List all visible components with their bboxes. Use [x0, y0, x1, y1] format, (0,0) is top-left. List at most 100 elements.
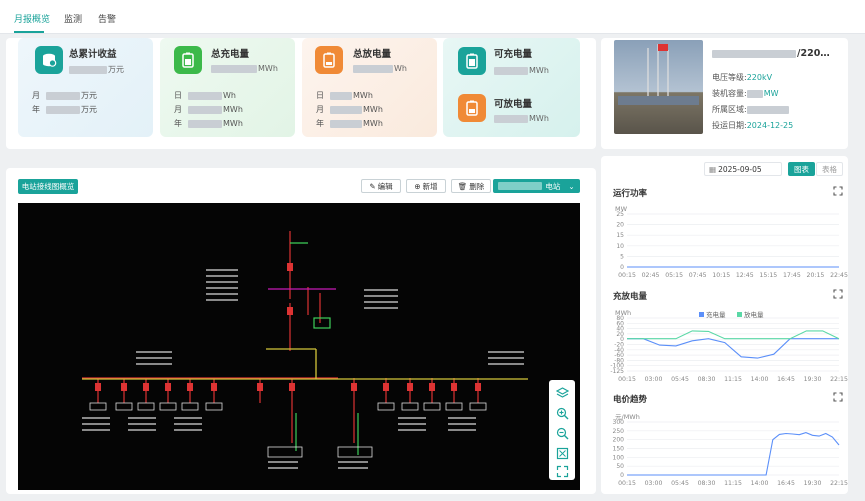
x-tick-label: 12:45 [736, 272, 754, 279]
station-date: 投运日期:2024-12-25 [712, 121, 794, 130]
tab-alarm[interactable]: 告警 [98, 12, 116, 25]
power-chart: MW252015105000:15 02:45 05:15 07:45 10:15 12:… [615, 205, 848, 279]
x-tick-label: 03:00 [645, 376, 663, 383]
overview-button[interactable]: 电站接线图概览 [18, 179, 78, 194]
energy-chart: MWh806040200-20-40-60-80-100-12500:15 03:… [610, 309, 848, 383]
x-tick-label: 17:45 [783, 272, 801, 279]
x-tick-label: 19:30 [804, 480, 822, 487]
chevron-down-icon: ⌄ [568, 181, 575, 191]
station-voltage: 电压等级:220kV [712, 73, 773, 82]
plus-icon: ⊕ [414, 181, 421, 191]
station-capacity: 装机容量: MW [712, 89, 779, 98]
tab-monitor[interactable]: 监测 [64, 12, 82, 25]
revenue-card: 总累计收益 万元 月万元 年万元 [18, 38, 153, 137]
battery-icon [315, 46, 343, 74]
x-tick-label: 15:15 [759, 272, 777, 279]
diagram-toolbar [549, 380, 575, 480]
station-region: 所属区域: [712, 104, 790, 115]
x-tick-label: 14:00 [751, 480, 769, 487]
add-button[interactable]: ⊕ 新增 [406, 179, 446, 193]
battery-icon [458, 47, 486, 75]
series-line-1 [627, 330, 840, 340]
view-table-button[interactable]: 表格 [816, 162, 843, 176]
expand-icon[interactable] [833, 186, 843, 196]
wiring-diagram[interactable] [18, 203, 580, 490]
legend-swatch [699, 312, 704, 317]
chart-title-energy: 充放电量 [613, 292, 648, 302]
dischargeable-title: 可放电量 [494, 99, 533, 110]
battery-icon [174, 46, 202, 74]
chart-title-power: 运行功率 [613, 189, 648, 199]
y-tick-label: 5 [620, 253, 624, 260]
discharge-title: 总放电量 [353, 49, 392, 60]
x-tick-label: 08:30 [698, 480, 716, 487]
x-tick-label: 00:15 [618, 480, 636, 487]
y-tick-label: 50 [616, 463, 624, 470]
capacity-card: 可充电量 MWh 可放电量 MWh [443, 38, 580, 137]
discharge-day: 日 MWh [316, 91, 373, 100]
legend-label: 放电量 [744, 310, 764, 319]
tab-overview[interactable]: 月报概览 [14, 12, 50, 25]
x-tick-label: 20:15 [807, 272, 825, 279]
expand-icon[interactable] [833, 392, 843, 402]
delete-button[interactable]: 🗑 删除 [451, 179, 491, 193]
charge-title: 总充电量 [211, 49, 250, 60]
edit-button[interactable]: ✎ 编辑 [361, 179, 401, 193]
zoom-out-icon[interactable] [555, 426, 569, 440]
layers-icon[interactable] [555, 386, 569, 400]
fullscreen-icon[interactable] [555, 464, 569, 478]
active-tab-indicator [14, 31, 44, 33]
charge-month: 月 MWh [174, 105, 243, 114]
chart-title-price: 电价趋势 [613, 395, 648, 405]
x-tick-label: 22:15 [830, 480, 848, 487]
charge-card: 总充电量 MWh 日 Wh 月 MWh 年 MWh [160, 38, 295, 137]
station-select[interactable]: 电站 ⌄ [493, 179, 580, 193]
fit-screen-icon[interactable] [555, 446, 569, 460]
revenue-total: 万元 [69, 64, 124, 75]
x-tick-label: 00:15 [618, 272, 636, 279]
discharge-year: 年 MWh [316, 119, 383, 128]
y-tick-label: 20 [616, 222, 624, 229]
x-tick-label: 08:30 [698, 376, 716, 383]
y-tick-label: 250 [613, 428, 625, 435]
revenue-month: 月万元 [32, 91, 97, 100]
y-tick-label: 15 [616, 232, 624, 239]
expand-icon[interactable] [833, 289, 843, 299]
legend-label: 充电量 [706, 310, 726, 319]
x-tick-label: 00:15 [618, 376, 636, 383]
x-tick-label: 11:15 [724, 376, 742, 383]
calendar-icon: ▦ [709, 164, 717, 174]
x-tick-label: 16:45 [777, 376, 795, 383]
y-tick-label: 0 [620, 472, 624, 479]
revenue-year: 年万元 [32, 105, 97, 114]
discharge-total: Wh [353, 64, 407, 73]
top-nav: 月报概览 监测 告警 [0, 0, 865, 34]
date-picker[interactable]: ▦ 2025-09-05 [704, 162, 782, 176]
y-tick-label: 150 [613, 446, 625, 453]
wiring-diagram-svg [82, 231, 528, 469]
y-tick-label: -125 [610, 368, 624, 375]
x-tick-label: 03:00 [645, 480, 663, 487]
y-tick-label: 200 [613, 437, 625, 444]
x-tick-label: 07:45 [689, 272, 707, 279]
station-photo [614, 40, 703, 134]
legend-swatch [737, 312, 742, 317]
view-chart-button[interactable]: 图表 [788, 162, 815, 176]
y-tick-label: 25 [616, 211, 624, 218]
x-tick-label: 02:45 [642, 272, 660, 279]
x-tick-label: 05:45 [671, 376, 689, 383]
charge-year: 年 MWh [174, 119, 243, 128]
x-tick-label: 16:45 [777, 480, 795, 487]
series-line-0 [627, 432, 840, 476]
x-tick-label: 10:15 [712, 272, 730, 279]
y-tick-label: 10 [616, 243, 624, 250]
zoom-in-icon[interactable] [555, 406, 569, 420]
x-tick-label: 19:30 [804, 376, 822, 383]
x-tick-label: 14:00 [751, 376, 769, 383]
x-tick-label: 11:15 [724, 480, 742, 487]
x-tick-label: 22:15 [830, 376, 848, 383]
y-tick-label: 0 [620, 264, 624, 271]
dischargeable-value: MWh [494, 114, 549, 123]
chargeable-title: 可充电量 [494, 49, 533, 60]
edit-icon: ✎ [369, 181, 376, 191]
